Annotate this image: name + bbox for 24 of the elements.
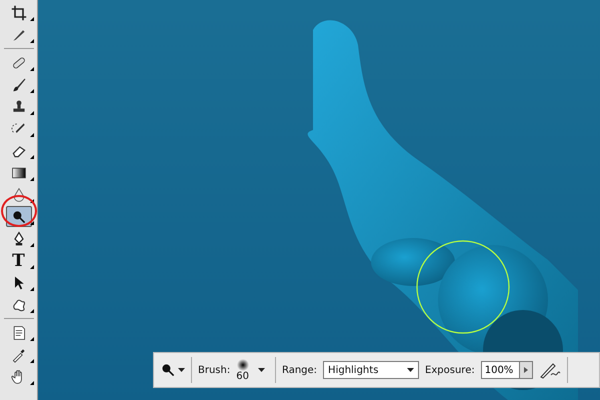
dodge-icon [160,362,176,378]
brush-tip-icon [236,358,249,370]
arrow-right-icon [524,367,528,373]
crop-icon [10,4,26,20]
airbrush-button[interactable] [538,361,561,379]
airbrush-icon [538,361,561,379]
range-dropdown[interactable]: Highlights [323,361,420,379]
tool-preset-picker[interactable] [160,362,185,378]
eyedropper-icon [10,346,26,362]
dodge-icon [10,208,26,224]
stamp-icon [10,98,26,114]
tool-button[interactable]: T [6,250,32,271]
brush-size: 60 [236,370,249,382]
highlight-circle [1,195,37,227]
exposure-slider-button[interactable] [518,361,533,379]
tool-button[interactable] [6,206,32,227]
exposure-field[interactable]: 100% [480,361,519,379]
brush-label: Brush: [198,364,230,376]
exposure-label: Exposure: [425,364,475,376]
caret-icon [407,368,414,372]
brush-icon [10,76,26,92]
range-label: Range: [282,364,318,376]
caret-icon [178,368,185,372]
caret-icon [258,368,266,372]
